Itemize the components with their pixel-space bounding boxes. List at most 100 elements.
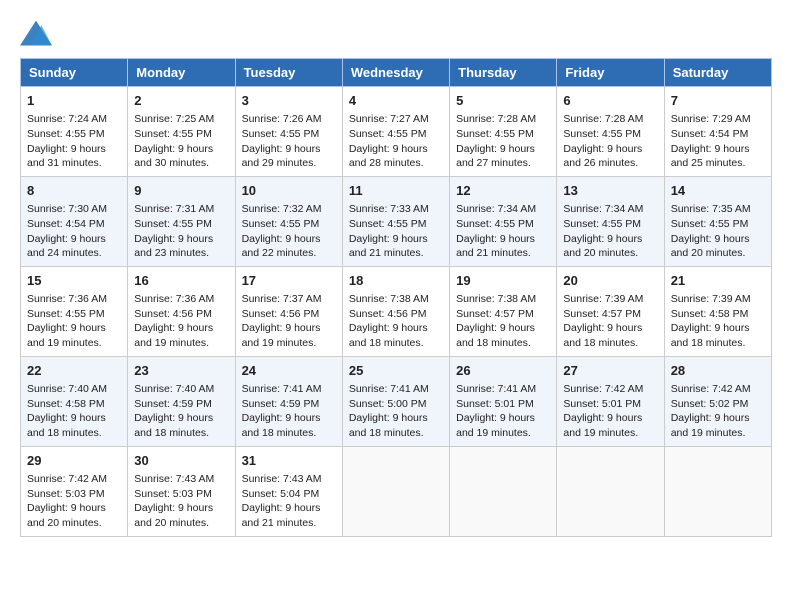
calendar-cell [450,446,557,536]
day-number: 30 [134,452,228,470]
sunrise-text: Sunrise: 7:42 AM [563,383,643,395]
day-number: 27 [563,362,657,380]
daylight-text: Daylight: 9 hours and 18 minutes. [349,322,428,349]
day-number: 24 [242,362,336,380]
day-number: 3 [242,92,336,110]
calendar-table: SundayMondayTuesdayWednesdayThursdayFrid… [20,58,772,537]
calendar-week-row: 1Sunrise: 7:24 AMSunset: 4:55 PMDaylight… [21,87,772,177]
sunset-text: Sunset: 4:55 PM [242,218,320,230]
calendar-cell: 17Sunrise: 7:37 AMSunset: 4:56 PMDayligh… [235,266,342,356]
calendar-cell: 23Sunrise: 7:40 AMSunset: 4:59 PMDayligh… [128,356,235,446]
day-number: 28 [671,362,765,380]
daylight-text: Daylight: 9 hours and 25 minutes. [671,143,750,170]
day-number: 7 [671,92,765,110]
daylight-text: Daylight: 9 hours and 28 minutes. [349,143,428,170]
header-day-tuesday: Tuesday [235,59,342,87]
calendar-cell: 29 Sunrise: 7:42 AM Sunset: 5:03 PM Dayligh… [21,446,128,536]
sunset-text: Sunset: 4:55 PM [563,218,641,230]
sunset-text: Sunset: 4:57 PM [563,308,641,320]
calendar-cell: 18Sunrise: 7:38 AMSunset: 4:56 PMDayligh… [342,266,449,356]
day-number: 19 [456,272,550,290]
sunset-text: Sunset: 5:00 PM [349,398,427,410]
calendar-cell [557,446,664,536]
sunrise-text: Sunrise: 7:33 AM [349,203,429,215]
daylight-text: Daylight: 9 hours and 20 minutes. [671,233,750,260]
day-number: 2 [134,92,228,110]
calendar-header-row: SundayMondayTuesdayWednesdayThursdayFrid… [21,59,772,87]
page-header [20,16,772,48]
sunset-text: Sunset: 4:54 PM [27,218,105,230]
header-day-saturday: Saturday [664,59,771,87]
sunset-text: Sunset: 4:59 PM [242,398,320,410]
day-number: 16 [134,272,228,290]
sunrise-text: Sunrise: 7:34 AM [563,203,643,215]
sunrise-text: Sunrise: 7:41 AM [456,383,536,395]
calendar-cell: 4Sunrise: 7:27 AMSunset: 4:55 PMDaylight… [342,87,449,177]
sunset-text: Sunset: 4:54 PM [671,128,749,140]
daylight-text: Daylight: 9 hours and 21 minutes. [242,502,321,529]
sunrise-text: Sunrise: 7:27 AM [349,113,429,125]
sunrise-text: Sunrise: 7:30 AM [27,203,107,215]
sunrise-text: Sunrise: 7:42 AM [671,383,751,395]
day-number: 1 [27,92,121,110]
sunrise-text: Sunrise: 7:39 AM [563,293,643,305]
sunrise-text: Sunrise: 7:41 AM [242,383,322,395]
day-number: 18 [349,272,443,290]
daylight-text: Daylight: 9 hours and 30 minutes. [134,143,213,170]
sunrise-text: Sunrise: 7:40 AM [27,383,107,395]
sunrise-text: Sunrise: 7:25 AM [134,113,214,125]
sunset-text: Sunset: 4:56 PM [349,308,427,320]
daylight-text: Daylight: 9 hours and 20 minutes. [27,502,106,529]
sunset-text: Sunset: 4:55 PM [134,128,212,140]
sunset-text: Sunset: 4:56 PM [242,308,320,320]
calendar-cell: 13Sunrise: 7:34 AMSunset: 4:55 PMDayligh… [557,176,664,266]
calendar-week-row: 15Sunrise: 7:36 AMSunset: 4:55 PMDayligh… [21,266,772,356]
sunset-text: Sunset: 4:58 PM [671,308,749,320]
calendar-cell: 21Sunrise: 7:39 AMSunset: 4:58 PMDayligh… [664,266,771,356]
daylight-text: Daylight: 9 hours and 23 minutes. [134,233,213,260]
calendar-cell: 15Sunrise: 7:36 AMSunset: 4:55 PMDayligh… [21,266,128,356]
sunrise-text: Sunrise: 7:42 AM [27,473,107,485]
calendar-cell [342,446,449,536]
sunrise-text: Sunrise: 7:32 AM [242,203,322,215]
daylight-text: Daylight: 9 hours and 18 minutes. [349,412,428,439]
sunrise-text: Sunrise: 7:34 AM [456,203,536,215]
sunrise-text: Sunrise: 7:37 AM [242,293,322,305]
sunset-text: Sunset: 4:58 PM [27,398,105,410]
sunrise-text: Sunrise: 7:43 AM [242,473,322,485]
calendar-cell: 31Sunrise: 7:43 AMSunset: 5:04 PMDayligh… [235,446,342,536]
day-number: 8 [27,182,121,200]
daylight-text: Daylight: 9 hours and 18 minutes. [27,412,106,439]
sunset-text: Sunset: 5:02 PM [671,398,749,410]
sunset-text: Sunset: 4:55 PM [456,128,534,140]
daylight-text: Daylight: 9 hours and 18 minutes. [134,412,213,439]
calendar-cell: 19Sunrise: 7:38 AMSunset: 4:57 PMDayligh… [450,266,557,356]
daylight-text: Daylight: 9 hours and 18 minutes. [242,412,321,439]
calendar-week-row: 22Sunrise: 7:40 AMSunset: 4:58 PMDayligh… [21,356,772,446]
day-number: 12 [456,182,550,200]
header-day-wednesday: Wednesday [342,59,449,87]
sunrise-text: Sunrise: 7:36 AM [134,293,214,305]
daylight-text: Daylight: 9 hours and 22 minutes. [242,233,321,260]
logo [20,20,56,48]
day-number: 29 [27,452,121,470]
daylight-text: Daylight: 9 hours and 19 minutes. [563,412,642,439]
daylight-text: Daylight: 9 hours and 20 minutes. [563,233,642,260]
calendar-cell: 5Sunrise: 7:28 AMSunset: 4:55 PMDaylight… [450,87,557,177]
daylight-text: Daylight: 9 hours and 18 minutes. [671,322,750,349]
sunset-text: Sunset: 5:03 PM [27,488,105,500]
header-day-sunday: Sunday [21,59,128,87]
sunset-text: Sunset: 4:57 PM [456,308,534,320]
calendar-cell: 24 Sunrise: 7:41 AM Sunset: 4:59 PM Dayligh… [235,356,342,446]
day-number: 26 [456,362,550,380]
sunrise-text: Sunrise: 7:40 AM [134,383,214,395]
daylight-text: Daylight: 9 hours and 19 minutes. [456,412,535,439]
calendar-cell: 8Sunrise: 7:30 AMSunset: 4:54 PMDaylight… [21,176,128,266]
daylight-text: Daylight: 9 hours and 19 minutes. [134,322,213,349]
calendar-cell: 1Sunrise: 7:24 AMSunset: 4:55 PMDaylight… [21,87,128,177]
daylight-text: Daylight: 9 hours and 31 minutes. [27,143,106,170]
daylight-text: Daylight: 9 hours and 21 minutes. [349,233,428,260]
calendar-cell: 26Sunrise: 7:41 AMSunset: 5:01 PMDayligh… [450,356,557,446]
daylight-text: Daylight: 9 hours and 19 minutes. [27,322,106,349]
calendar-cell: 3Sunrise: 7:26 AMSunset: 4:55 PMDaylight… [235,87,342,177]
